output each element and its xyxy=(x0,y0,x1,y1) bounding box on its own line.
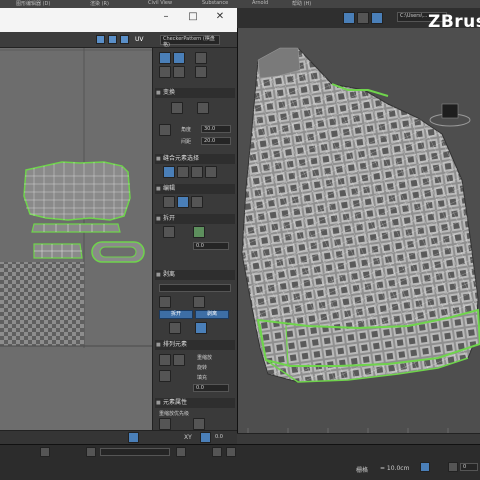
section-transform-header[interactable]: 变换 xyxy=(155,88,235,98)
menu-item-substance[interactable]: Substance xyxy=(202,0,228,6)
uv-island-ring xyxy=(91,241,145,263)
timeline-bar[interactable] xyxy=(237,433,480,444)
render-frame-icon[interactable] xyxy=(371,12,383,24)
menu-item-render[interactable]: 渲染 (R) xyxy=(90,0,109,7)
menu-item-civil-view[interactable]: Civil View xyxy=(148,0,172,6)
uv-mode-icon[interactable] xyxy=(128,432,139,443)
break-icon[interactable] xyxy=(163,196,175,208)
pack-normalize-icon[interactable] xyxy=(173,354,185,366)
uv-channel-label: UV xyxy=(135,36,144,43)
stitch-avg-icon[interactable] xyxy=(177,166,189,178)
status-bar: 栅格 = 10.0cm 0 xyxy=(0,444,480,480)
render-setup-icon[interactable] xyxy=(357,12,369,24)
isolate-icon[interactable] xyxy=(86,447,96,457)
peel-reset-icon[interactable] xyxy=(159,296,171,308)
ring-select-icon[interactable] xyxy=(195,66,207,78)
relax-tool-icon[interactable] xyxy=(171,102,183,114)
unfold-button[interactable]: 拆开 xyxy=(159,310,193,319)
stitch-source-icon[interactable] xyxy=(163,166,175,178)
section-element-props-header[interactable]: 元素属性 xyxy=(155,398,235,408)
minimize-button[interactable]: – xyxy=(158,11,174,25)
spacing-label: 间距 xyxy=(181,139,192,145)
menu-item-help[interactable]: 帮助 (H) xyxy=(292,0,311,7)
section-unfold-header[interactable]: 拆开 xyxy=(155,214,235,224)
select-edge-icon[interactable] xyxy=(173,52,185,64)
rotate-tool-icon[interactable] xyxy=(108,35,117,44)
stitch-custom-icon[interactable] xyxy=(205,166,217,178)
padding-label: 填充 xyxy=(197,375,208,381)
select-element-icon[interactable] xyxy=(159,66,171,78)
scale-tool-icon[interactable] xyxy=(120,35,129,44)
peel-value-field[interactable]: 0.0 xyxy=(193,242,229,250)
rescale-priority-label: 重缩放优先级 xyxy=(159,411,190,417)
peel-mode-dropdown[interactable] xyxy=(159,284,231,292)
section-stitch-header[interactable]: 缝合元素选择 xyxy=(155,154,235,164)
lscm-icon[interactable] xyxy=(169,322,181,334)
padding-field[interactable]: 0.0 xyxy=(193,384,229,392)
auto-key-icon[interactable] xyxy=(420,462,430,472)
perspective-viewport[interactable] xyxy=(237,8,480,433)
section-arrange-header[interactable]: 排列元素 xyxy=(155,340,235,350)
move-tool-icon[interactable] xyxy=(96,35,105,44)
grid-label: 栅格 xyxy=(356,467,369,474)
pin-icon[interactable] xyxy=(195,322,207,334)
snap-icon[interactable] xyxy=(176,447,186,457)
uv-islands-svg xyxy=(0,48,152,348)
close-button[interactable]: ✕ xyxy=(212,11,228,25)
group-select-icon[interactable] xyxy=(159,418,171,430)
grid-value: = 10.0cm xyxy=(380,465,410,472)
select-face-icon[interactable] xyxy=(195,52,207,64)
section-peel-header[interactable]: 剥离 xyxy=(155,270,235,280)
uv-editor-titlebar: – □ ✕ xyxy=(0,8,237,32)
viewport-scene-svg xyxy=(238,28,480,433)
uv-editor-window: – □ ✕ UV CheckerPattern (棋盘格) ■ 变换 角度 30… xyxy=(0,8,237,433)
stitch-target-icon[interactable] xyxy=(191,166,203,178)
rescale-label: 重缩放 xyxy=(197,355,213,361)
menu-item-graph-editor[interactable]: 图形编辑器 (D) xyxy=(16,0,50,7)
uv-tool-panel: 变换 角度 30.0 间距 20.0 缝合元素选择 编辑 拆开 0.0 剥离 拆… xyxy=(152,48,237,433)
checker-pattern-dropdown[interactable]: CheckerPattern (棋盘格) xyxy=(160,35,220,48)
maximize-button[interactable]: □ xyxy=(185,11,201,25)
weld-icon[interactable] xyxy=(177,196,189,208)
section-edit-header[interactable]: 编辑 xyxy=(155,184,235,194)
lock-selection-icon[interactable] xyxy=(40,447,50,457)
menu-bar: 图形编辑器 (D) 渲染 (R) Civil View Substance Ar… xyxy=(0,0,480,8)
uv-editor-toolbar: UV CheckerPattern (棋盘格) xyxy=(0,32,237,48)
rotate-label: 旋转 xyxy=(197,365,208,371)
uv-island-left xyxy=(33,243,83,259)
uv-island-main xyxy=(23,161,131,221)
menu-item-arnold[interactable]: Arnold xyxy=(252,0,268,6)
play-icon[interactable] xyxy=(448,462,458,472)
x-coordinate-icon[interactable] xyxy=(226,447,236,457)
angle-label: 角度 xyxy=(181,127,192,133)
unfold-mapping-icon[interactable] xyxy=(193,226,205,238)
absolute-mode-icon[interactable] xyxy=(212,447,222,457)
peel-pin-icon[interactable] xyxy=(193,296,205,308)
lock-icon[interactable] xyxy=(200,432,211,443)
zoom-value: 0.0 xyxy=(215,434,223,440)
uv-status-bar: XY 0.0 xyxy=(0,430,237,444)
pen-tool-icon[interactable] xyxy=(159,124,171,136)
checker-preview xyxy=(0,262,84,346)
straighten-tool-icon[interactable] xyxy=(197,102,209,114)
select-vertex-icon[interactable] xyxy=(159,52,171,64)
flip-icon[interactable] xyxy=(191,196,203,208)
uv-island-strip xyxy=(31,223,121,233)
zbrush-watermark-logo: ZBrus xyxy=(428,12,480,32)
current-frame-field[interactable]: 0 xyxy=(460,463,478,471)
unfold-icon[interactable] xyxy=(163,226,175,238)
loop-select-icon[interactable] xyxy=(173,66,185,78)
uv-view-canvas[interactable] xyxy=(0,48,152,433)
pack-custom-icon[interactable] xyxy=(159,370,171,382)
select-object-icon[interactable] xyxy=(343,12,355,24)
peel-button[interactable]: 剥离 xyxy=(195,310,229,319)
spacing-field[interactable]: 20.0 xyxy=(201,137,231,145)
group-set-icon[interactable] xyxy=(193,418,205,430)
angle-field[interactable]: 30.0 xyxy=(201,125,231,133)
selection-filter-dropdown[interactable] xyxy=(100,448,170,456)
pack-together-icon[interactable] xyxy=(159,354,171,366)
axis-label: XY xyxy=(184,434,192,441)
